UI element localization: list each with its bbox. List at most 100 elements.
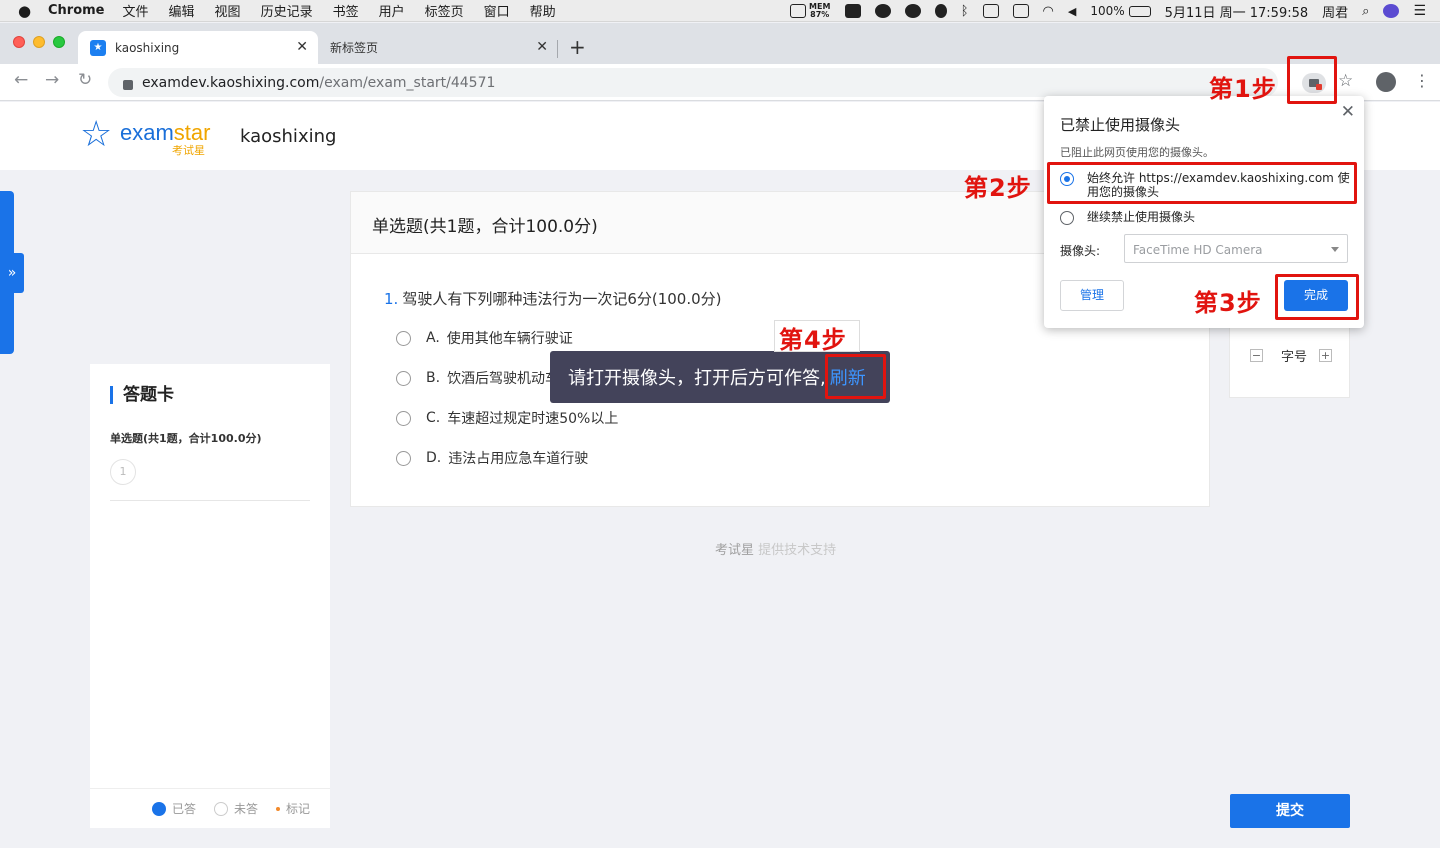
camera-device-value: FaceTime HD Camera: [1133, 243, 1263, 257]
block-camera-option[interactable]: 继续禁止使用摄像头: [1060, 210, 1357, 225]
popup-title: 已禁止使用摄像头: [1060, 116, 1181, 134]
answer-legend: 已答 未答 标记: [90, 788, 330, 828]
answer-card-title: 答题卡: [110, 386, 174, 404]
forward-arrow-icon[interactable]: →: [45, 70, 59, 90]
menubar-status-area: MEM 87% ᛒ ◠ ◀ 100% 5月11日 周一 17:59:58 周君 ⌕…: [789, 0, 1440, 22]
question-text: 驾驶人有下列哪种违法行为一次记6分(100.0分): [402, 290, 722, 308]
block-radio[interactable]: [1060, 211, 1074, 225]
memory-value: 87%: [810, 10, 830, 19]
divider: [110, 500, 310, 501]
battery-icon: [1128, 5, 1151, 17]
step3-highlight-box: [1275, 274, 1359, 320]
camera-device-select[interactable]: FaceTime HD Camera: [1124, 234, 1348, 263]
input-method-icon[interactable]: [1012, 4, 1029, 18]
menu-file[interactable]: 文件: [123, 1, 149, 20]
menubar-clock[interactable]: 5月11日 周一 17:59:58: [1165, 2, 1308, 21]
new-tab-button[interactable]: +: [569, 35, 586, 59]
camera-toast-message: 请打开摄像头，打开后方可作答,: [568, 368, 826, 389]
legend-marked: 标记: [275, 800, 310, 817]
menu-window[interactable]: 窗口: [484, 1, 510, 20]
expand-chevron-icon[interactable]: »: [0, 253, 24, 293]
option-d[interactable]: D. 违法占用应急车道行驶: [396, 448, 588, 468]
option-radio[interactable]: [396, 330, 411, 346]
url-host: examdev.kaoshixing.com: [142, 74, 320, 91]
tab-title: 新标签页: [330, 41, 379, 55]
option-radio[interactable]: [396, 450, 411, 466]
airplay-icon[interactable]: [982, 4, 999, 18]
step2-label: 第2步: [964, 174, 1032, 202]
legend-unanswered: 未答: [213, 800, 258, 817]
dropdown-caret-icon: [1331, 247, 1339, 252]
question-number-button[interactable]: 1: [110, 459, 136, 485]
block-option-label: 继续禁止使用摄像头: [1087, 210, 1196, 224]
bookmark-star-icon[interactable]: ☆: [1338, 71, 1353, 91]
menu-history[interactable]: 历史记录: [261, 1, 313, 20]
font-decrease-button[interactable]: −: [1250, 349, 1263, 362]
menu-tab[interactable]: 标签页: [425, 1, 464, 20]
lock-icon[interactable]: [123, 79, 133, 90]
tab-title: kaoshixing: [115, 40, 180, 55]
answered-dot-icon: [151, 801, 166, 816]
option-radio[interactable]: [396, 410, 411, 426]
url-path: /exam/exam_start/44571: [319, 74, 496, 91]
option-c[interactable]: C. 车速超过规定时速50%以上: [396, 408, 618, 428]
profile-avatar-icon[interactable]: [1376, 72, 1396, 92]
manage-button[interactable]: 管理: [1060, 280, 1124, 311]
powered-by: 考试星 提供技术支持: [715, 543, 837, 558]
memory-indicator[interactable]: MEM 87%: [789, 3, 831, 19]
app-status-icon[interactable]: [874, 4, 891, 18]
popup-subtitle: 已阻止此网页使用您的摄像头。: [1060, 146, 1214, 159]
volume-icon[interactable]: ◀: [1068, 5, 1076, 18]
tab-kaoshixing[interactable]: ★ kaoshixing ✕: [78, 31, 318, 64]
address-bar[interactable]: examdev.kaoshixing.com/exam/exam_start/4…: [108, 68, 1278, 97]
font-size-label: 字号: [1281, 350, 1308, 365]
camera-select-label: 摄像头:: [1060, 244, 1101, 258]
submit-button[interactable]: 提交: [1230, 794, 1350, 828]
step2-highlight-box: [1047, 162, 1357, 204]
option-b[interactable]: B. 饮酒后驾驶机动车: [396, 368, 559, 388]
menu-help[interactable]: 帮助: [530, 1, 556, 20]
tab-close-icon[interactable]: ✕: [536, 39, 548, 55]
reload-icon[interactable]: ↻: [78, 70, 92, 90]
macos-menubar: ● Chrome 文件 编辑 视图 历史记录 书签 用户 标签页 窗口 帮助 M…: [0, 0, 1440, 22]
leaf-icon[interactable]: [934, 4, 947, 18]
question-title: 1. 驾驶人有下列哪种违法行为一次记6分(100.0分): [384, 288, 722, 309]
option-radio[interactable]: [396, 370, 411, 386]
window-close-button[interactable]: [13, 36, 25, 48]
menu-view[interactable]: 视图: [215, 1, 241, 20]
unanswered-dot-icon: [213, 801, 228, 816]
wps-icon[interactable]: [844, 4, 861, 18]
font-size-panel: − 字号 +: [1229, 320, 1350, 398]
siri-icon[interactable]: [1383, 4, 1400, 18]
window-minimize-button[interactable]: [33, 36, 45, 48]
popup-close-icon[interactable]: ✕: [1341, 102, 1355, 122]
answer-card-section: 单选题(共1题，合计100.0分): [110, 432, 262, 445]
menu-edit[interactable]: 编辑: [169, 1, 195, 20]
spotlight-search-icon[interactable]: ⌕: [1362, 4, 1369, 19]
apple-menu-icon[interactable]: ●: [18, 0, 34, 22]
bluetooth-icon[interactable]: ᛒ: [961, 4, 969, 19]
wechat-icon[interactable]: [904, 4, 921, 18]
marked-dot-icon: [275, 806, 280, 811]
site-name: kaoshixing: [240, 126, 337, 147]
menu-people[interactable]: 用户: [379, 1, 405, 20]
chrome-tab-strip: ★ kaoshixing ✕ 新标签页 ✕ +: [0, 23, 1440, 64]
legend-answered: 已答: [151, 800, 196, 817]
window-zoom-button[interactable]: [53, 36, 65, 48]
menubar-user[interactable]: 周君: [1322, 2, 1348, 21]
back-arrow-icon[interactable]: ←: [14, 70, 28, 90]
option-a[interactable]: A. 使用其他车辆行驶证: [396, 328, 573, 348]
memory-icon: [789, 4, 806, 18]
tab-new-tab-page[interactable]: 新标签页 ✕: [318, 31, 558, 64]
font-size-control: − 字号 +: [1250, 346, 1333, 365]
tab-close-icon[interactable]: ✕: [296, 39, 308, 55]
chrome-menu-icon[interactable]: ⋮: [1414, 71, 1430, 90]
wifi-icon[interactable]: ◠: [1043, 4, 1054, 19]
menu-bookmarks[interactable]: 书签: [333, 1, 359, 20]
font-increase-button[interactable]: +: [1319, 349, 1333, 362]
question-number: 1.: [384, 290, 399, 308]
menu-app-name[interactable]: Chrome: [48, 3, 105, 18]
notification-center-icon[interactable]: ☰: [1413, 3, 1426, 19]
answer-card: 答题卡 单选题(共1题，合计100.0分) 1 已答 未答 标记: [90, 364, 330, 828]
battery-status[interactable]: 100%: [1090, 4, 1151, 18]
